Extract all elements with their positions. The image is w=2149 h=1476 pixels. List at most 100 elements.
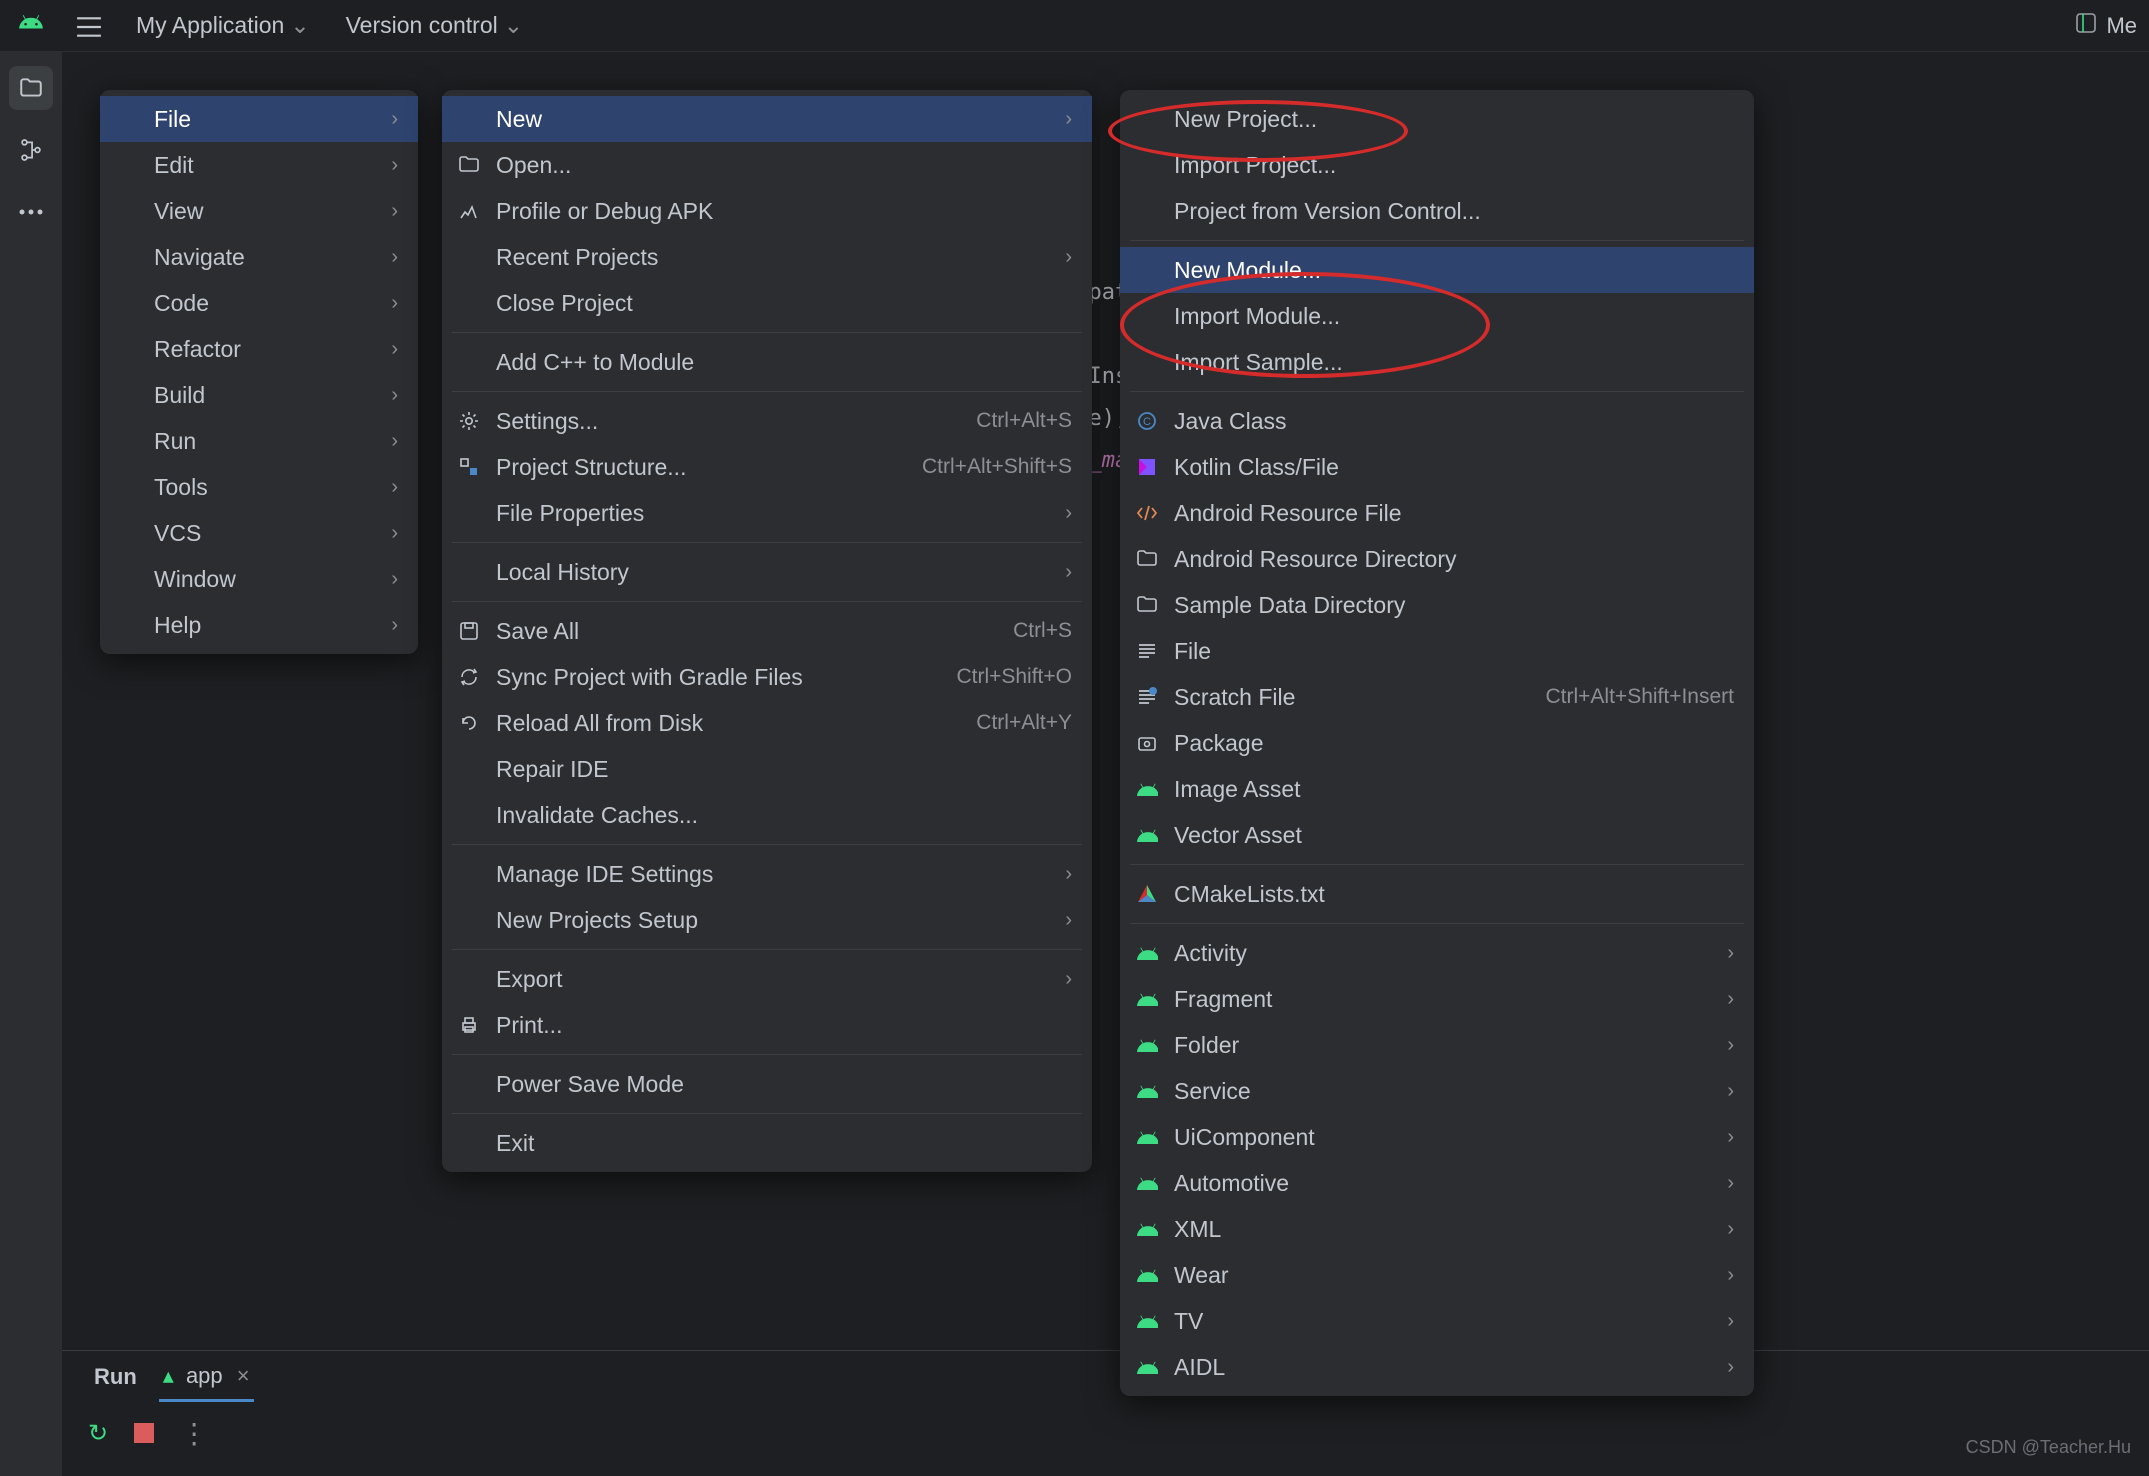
submenu-arrow-icon: › [1727,1356,1734,1379]
mainmenu-item-help[interactable]: Help› [100,602,418,648]
android-icon [1134,1172,1160,1194]
menu-item-label: Android Resource Directory [1174,546,1734,573]
filemenu-item-local-history[interactable]: Local History› [442,549,1092,595]
filemenu-item-invalidate-caches[interactable]: Invalidate Caches... [442,792,1092,838]
newmenu-item-folder[interactable]: Folder› [1120,1022,1754,1068]
filemenu-item-settings[interactable]: Settings...Ctrl+Alt+S [442,398,1092,444]
filemenu-item-recent-projects[interactable]: Recent Projects› [442,234,1092,280]
newmenu-item-xml[interactable]: XML› [1120,1206,1754,1252]
filemenu-item-reload-all-from-disk[interactable]: Reload All from DiskCtrl+Alt+Y [442,700,1092,746]
code-with-me-icon[interactable] [2074,11,2098,41]
filemenu-item-profile-or-debug-apk[interactable]: Profile or Debug APK [442,188,1092,234]
save-icon [456,620,482,642]
filemenu-item-manage-ide-settings[interactable]: Manage IDE Settings› [442,851,1092,897]
menu-item-label: New Project... [1174,106,1734,133]
newmenu-item-java-class[interactable]: Java Class [1120,398,1754,444]
newmenu-item-package[interactable]: Package [1120,720,1754,766]
filemenu-item-open[interactable]: Open... [442,142,1092,188]
menu-item-label: XML [1174,1216,1703,1243]
submenu-arrow-icon: › [391,246,398,269]
newmenu-item-file[interactable]: File [1120,628,1754,674]
filemenu-item-add-c-to-module[interactable]: Add C++ to Module [442,339,1092,385]
kotlin-icon [1134,456,1160,478]
structure-tool-button[interactable] [9,128,53,172]
run-config-tab[interactable]: ▴ app × [159,1353,254,1402]
newmenu-item-kotlin-class-file[interactable]: Kotlin Class/File [1120,444,1754,490]
shortcut-label: Ctrl+Alt+Y [976,711,1072,735]
structure-icon [456,456,482,478]
mainmenu-item-run[interactable]: Run› [100,418,418,464]
filemenu-item-power-save-mode[interactable]: Power Save Mode [442,1061,1092,1107]
newmenu-item-scratch-file[interactable]: Scratch FileCtrl+Alt+Shift+Insert [1120,674,1754,720]
filemenu-item-new-projects-setup[interactable]: New Projects Setup› [442,897,1092,943]
filemenu-item-new[interactable]: New› [442,96,1092,142]
main-menu-hamburger-icon[interactable] [70,12,108,39]
submenu-arrow-icon: › [391,292,398,315]
newmenu-item-automotive[interactable]: Automotive› [1120,1160,1754,1206]
filemenu-item-project-structure[interactable]: Project Structure...Ctrl+Alt+Shift+S [442,444,1092,490]
menu-separator [452,332,1082,333]
menu-item-label: Package [1174,730,1734,757]
mainmenu-item-edit[interactable]: Edit› [100,142,418,188]
menu-item-label: Recent Projects [496,244,1041,271]
newmenu-item-sample-data-directory[interactable]: Sample Data Directory [1120,582,1754,628]
filemenu-item-print[interactable]: Print... [442,1002,1092,1048]
close-icon[interactable]: × [237,1363,250,1388]
newmenu-item-android-resource-file[interactable]: Android Resource File [1120,490,1754,536]
file-submenu-popup: New›Open...Profile or Debug APKRecent Pr… [442,90,1092,1172]
filemenu-item-save-all[interactable]: Save AllCtrl+S [442,608,1092,654]
mainmenu-item-window[interactable]: Window› [100,556,418,602]
newmenu-item-vector-asset[interactable]: Vector Asset [1120,812,1754,858]
mainmenu-item-view[interactable]: View› [100,188,418,234]
filemenu-item-exit[interactable]: Exit [442,1120,1092,1166]
newmenu-item-tv[interactable]: TV› [1120,1298,1754,1344]
newmenu-item-fragment[interactable]: Fragment› [1120,976,1754,1022]
stop-button[interactable] [134,1423,154,1443]
mainmenu-item-navigate[interactable]: Navigate› [100,234,418,280]
newmenu-item-activity[interactable]: Activity› [1120,930,1754,976]
filemenu-item-export[interactable]: Export› [442,956,1092,1002]
newmenu-item-uicomponent[interactable]: UiComponent› [1120,1114,1754,1160]
newmenu-item-wear[interactable]: Wear› [1120,1252,1754,1298]
newmenu-item-image-asset[interactable]: Image Asset [1120,766,1754,812]
mainmenu-item-file[interactable]: File› [100,96,418,142]
newmenu-item-aidl[interactable]: AIDL› [1120,1344,1754,1390]
rerun-button[interactable]: ↻ [88,1419,108,1448]
mainmenu-item-code[interactable]: Code› [100,280,418,326]
submenu-arrow-icon: › [1065,502,1072,525]
submenu-arrow-icon: › [391,384,398,407]
mainmenu-item-build[interactable]: Build› [100,372,418,418]
run-tab[interactable]: Run [90,1354,141,1400]
android-icon: ▴ [163,1363,174,1388]
menu-separator [1130,240,1744,241]
newmenu-item-service[interactable]: Service› [1120,1068,1754,1114]
mainmenu-item-vcs[interactable]: VCS› [100,510,418,556]
newmenu-item-android-resource-directory[interactable]: Android Resource Directory [1120,536,1754,582]
newmenu-item-new-project[interactable]: New Project... [1120,96,1754,142]
filemenu-item-close-project[interactable]: Close Project [442,280,1092,326]
more-tool-button[interactable] [9,190,53,234]
menu-item-label: File Properties [496,500,1041,527]
project-selector[interactable]: My Application ⌄ [128,8,318,43]
mainmenu-item-tools[interactable]: Tools› [100,464,418,510]
left-tool-rail [0,52,62,1476]
watermark-label: CSDN @Teacher.Hu [1966,1437,2131,1458]
submenu-arrow-icon: › [1727,1126,1734,1149]
vcs-label: Version control [346,12,498,39]
newmenu-item-cmakelists-txt[interactable]: CMakeLists.txt [1120,871,1754,917]
android-icon [1134,1356,1160,1378]
filemenu-item-file-properties[interactable]: File Properties › [442,490,1092,536]
submenu-arrow-icon: › [391,476,398,499]
newmenu-item-import-module[interactable]: Import Module... [1120,293,1754,339]
newmenu-item-import-project[interactable]: Import Project... [1120,142,1754,188]
vcs-selector[interactable]: Version control ⌄ [338,8,531,43]
newmenu-item-project-from-version-control[interactable]: Project from Version Control... [1120,188,1754,234]
newmenu-item-new-module[interactable]: New Module... [1120,247,1754,293]
project-tool-button[interactable] [9,66,53,110]
more-actions-icon[interactable]: ⋮ [180,1417,208,1450]
newmenu-item-import-sample[interactable]: Import Sample... [1120,339,1754,385]
menu-separator [452,542,1082,543]
mainmenu-item-refactor[interactable]: Refactor› [100,326,418,372]
filemenu-item-repair-ide[interactable]: Repair IDE [442,746,1092,792]
filemenu-item-sync-project-with-gradle-files[interactable]: Sync Project with Gradle FilesCtrl+Shift… [442,654,1092,700]
